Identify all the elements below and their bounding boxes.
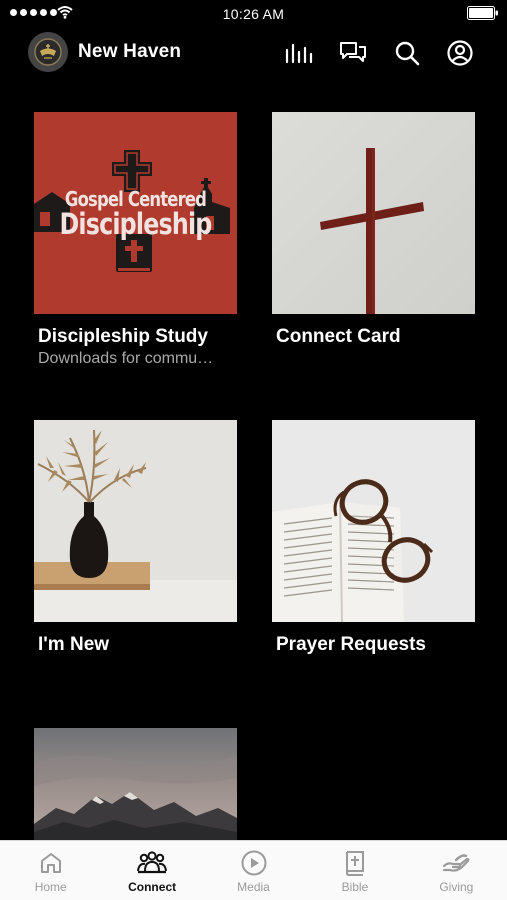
- card-prayer-requests[interactable]: Prayer Requests: [272, 420, 475, 656]
- tab-bible[interactable]: Bible: [304, 841, 405, 900]
- search-icon[interactable]: [392, 38, 422, 68]
- battery-icon: [467, 6, 498, 20]
- card-title: I'm New: [38, 634, 110, 655]
- card-connect-card[interactable]: Connect Card: [272, 112, 475, 348]
- tab-label: Home: [34, 880, 67, 894]
- giving-icon: [441, 849, 471, 877]
- chat-icon[interactable]: [338, 38, 368, 68]
- tab-label: Media: [237, 880, 270, 894]
- connect-card-thumbnail: [272, 112, 475, 314]
- status-time: 10:26 AM: [222, 6, 285, 22]
- church-logo-avatar[interactable]: [28, 32, 68, 72]
- profile-icon[interactable]: [445, 38, 475, 68]
- card-title: Discipleship Study: [38, 326, 208, 347]
- people-icon: [137, 849, 168, 877]
- tab-media[interactable]: Media: [203, 841, 304, 900]
- status-bar: 10:26 AM: [0, 0, 507, 28]
- tab-connect[interactable]: Connect: [101, 841, 202, 900]
- bottom-tab-bar: Home Connect Media Bible Giving: [0, 840, 507, 900]
- mountains-thumbnail: [34, 728, 237, 840]
- tab-label: Bible: [341, 880, 369, 894]
- card-discipleship-study[interactable]: Gospel Centered Discipleship Discipleshi…: [34, 112, 237, 368]
- church-logo-icon: [28, 32, 68, 72]
- card-im-new[interactable]: I'm New: [34, 420, 237, 656]
- audio-levels-icon[interactable]: [284, 38, 314, 68]
- bible-icon: [340, 849, 370, 877]
- thumbnail-text-line2: Discipleship: [59, 207, 212, 241]
- tab-label: Giving: [439, 880, 474, 894]
- card-title: Connect Card: [276, 326, 401, 347]
- church-name-title[interactable]: New Haven: [78, 41, 181, 63]
- discipleship-thumbnail: Gospel Centered Discipleship: [34, 112, 237, 314]
- tab-label: Connect: [128, 880, 177, 894]
- tab-giving[interactable]: Giving: [406, 841, 507, 900]
- play-icon: [239, 849, 269, 877]
- app-header: New Haven: [0, 30, 507, 76]
- im-new-thumbnail: [34, 420, 237, 622]
- card-title: Prayer Requests: [276, 634, 426, 655]
- prayer-requests-thumbnail: [272, 420, 475, 622]
- home-icon: [36, 849, 66, 877]
- card-subtitle: Downloads for commu…: [38, 350, 214, 367]
- tab-home[interactable]: Home: [0, 841, 101, 900]
- card-mountains[interactable]: [34, 728, 237, 840]
